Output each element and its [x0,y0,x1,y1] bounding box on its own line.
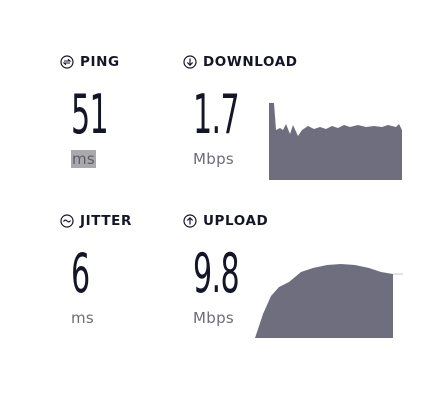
download-graph [269,103,402,180]
download-label: DOWNLOAD [183,54,298,70]
download-unit: Mbps [193,150,234,168]
upload-label: UPLOAD [183,213,268,229]
jitter-unit: ms [71,309,95,327]
download-graph-area [269,103,402,180]
ping-icon [60,55,74,69]
upload-graph-area [255,264,393,338]
ping-value: 51 [71,83,109,146]
upload-unit: Mbps [193,309,234,327]
upload-value: 9.8 [193,242,240,305]
upload-arrow-icon [183,214,197,228]
upload-label-text: UPLOAD [203,213,269,229]
jitter-label-text: JITTER [80,213,132,229]
download-value: 1.7 [193,83,240,146]
jitter-icon [60,214,74,228]
jitter-label: JITTER [60,213,132,229]
upload-graph [255,264,403,338]
ping-label: PING [60,54,120,70]
download-label-text: DOWNLOAD [203,54,298,70]
ping-label-text: PING [80,54,120,70]
download-arrow-icon [183,55,197,69]
jitter-value: 6 [71,242,90,305]
ping-unit: ms [71,150,97,168]
